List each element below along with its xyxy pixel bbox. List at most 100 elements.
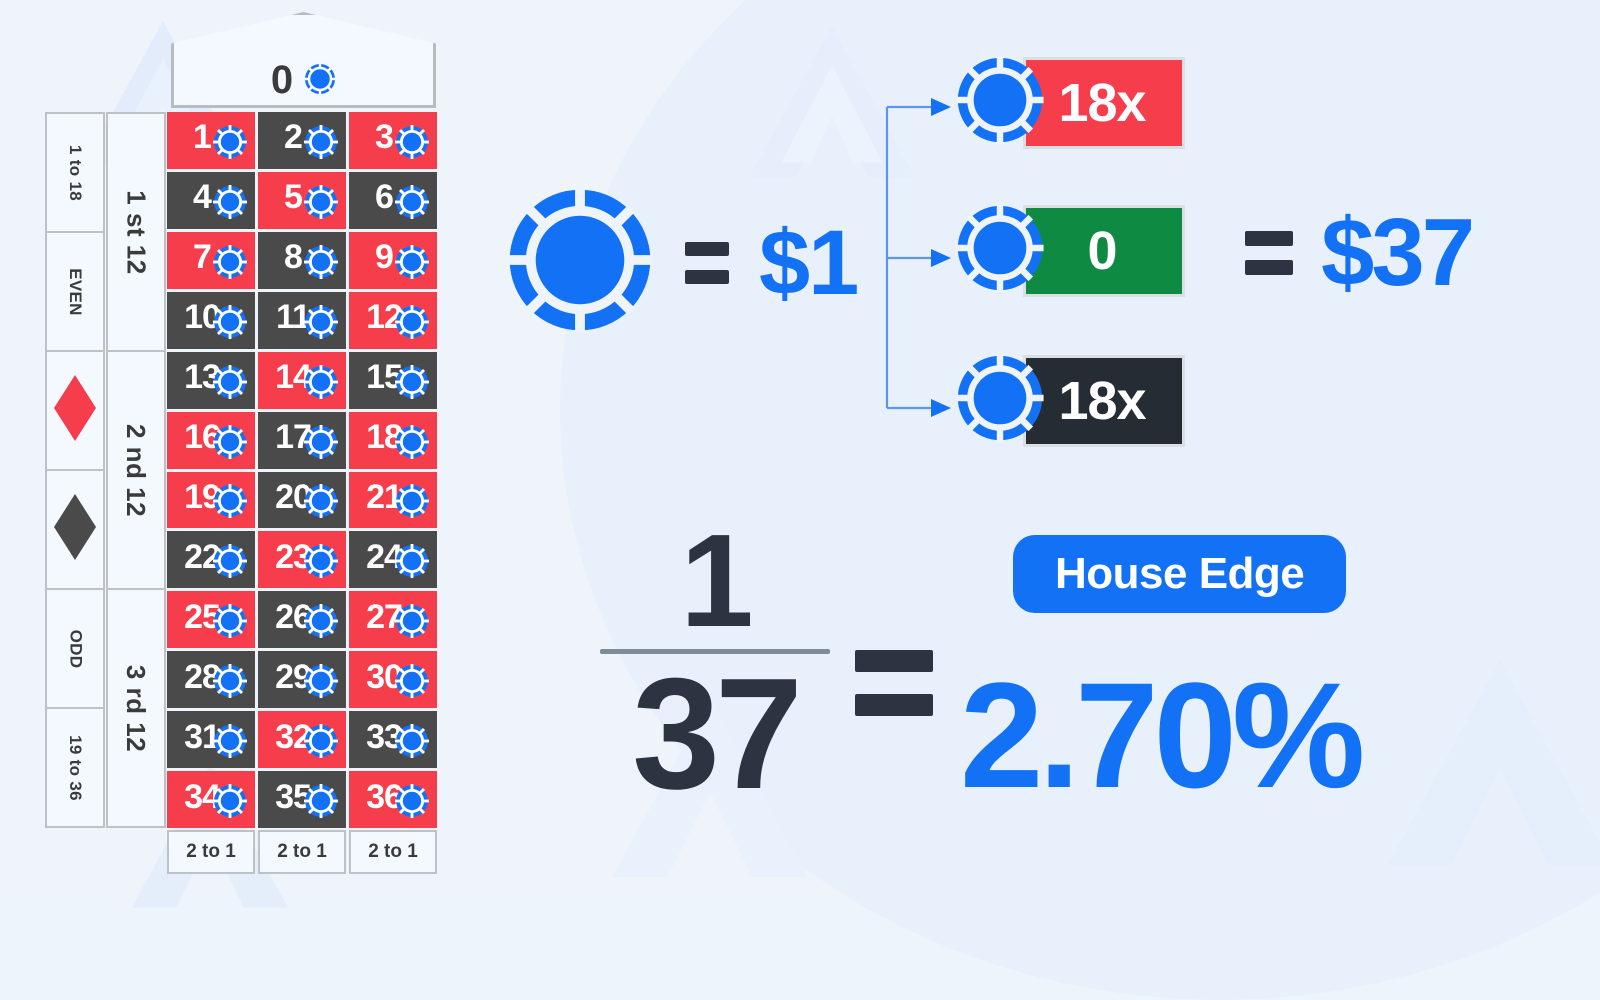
chip-icon xyxy=(304,424,338,464)
dozen-bet-label: 1 st 12 xyxy=(121,189,152,275)
number-cell[interactable]: 18 xyxy=(349,411,437,469)
number-grid: 1 2 3 4 5 6 7 8 9 10 11 12 13 14 15 16 1… xyxy=(167,112,437,828)
chip-icon xyxy=(213,544,247,583)
number-cell[interactable]: 17 xyxy=(258,411,346,469)
number-cell[interactable]: 28 xyxy=(167,651,255,709)
house-edge-percentage: 2.70% xyxy=(960,651,1365,819)
equals-icon xyxy=(685,241,729,284)
zero-pocket[interactable]: 0 xyxy=(171,12,436,108)
number-cell[interactable]: 29 xyxy=(258,651,346,709)
number-cell[interactable]: 9 xyxy=(349,231,437,289)
outside-bet-19to36[interactable]: 19 to 36 xyxy=(45,707,105,828)
dozen-bet-1st12[interactable]: 1 st 12 xyxy=(106,112,166,352)
red-diamond-icon xyxy=(53,374,97,447)
chip-icon xyxy=(304,184,338,224)
chip-icon xyxy=(213,244,247,284)
chip-icon xyxy=(213,124,247,164)
bracket-connector xyxy=(885,95,960,420)
outside-bet-label: ODD xyxy=(66,629,85,668)
column-bet-3[interactable]: 2 to 1 xyxy=(349,830,437,874)
number-cell[interactable]: 34 xyxy=(167,771,255,828)
number-cell[interactable]: 16 xyxy=(167,411,255,469)
total-amount: $37 xyxy=(1321,199,1475,306)
number-cell[interactable]: 35 xyxy=(258,771,346,828)
chip-icon xyxy=(304,724,338,763)
number-cell[interactable]: 26 xyxy=(258,591,346,649)
number-cell[interactable]: 24 xyxy=(349,531,437,589)
chip-icon xyxy=(395,244,429,284)
chip-icon xyxy=(304,664,338,703)
chip-icon xyxy=(395,424,429,464)
number-cell[interactable]: 14 xyxy=(258,351,346,409)
dozen-bet-3rd12[interactable]: 3 rd 12 xyxy=(106,588,166,828)
number-cell[interactable]: 25 xyxy=(167,591,255,649)
chip-icon xyxy=(213,364,247,404)
number-cell[interactable]: 8 xyxy=(258,231,346,289)
chip-icon xyxy=(304,63,336,100)
equals-icon xyxy=(1245,231,1293,275)
number-cell[interactable]: 2 xyxy=(258,112,346,169)
number-cell[interactable]: 31 xyxy=(167,711,255,769)
outside-bet-black[interactable] xyxy=(45,469,105,590)
chip-icon xyxy=(304,304,338,344)
number-cell-label: 8 xyxy=(284,238,303,277)
column-bets-row: 2 to 1 2 to 1 2 to 1 xyxy=(167,830,437,874)
number-cell[interactable]: 1 xyxy=(167,112,255,169)
number-cell[interactable]: 19 xyxy=(167,471,255,529)
number-cell[interactable]: 11 xyxy=(258,291,346,349)
multiplier-row-red: 18x xyxy=(955,55,1207,150)
column-bet-2[interactable]: 2 to 1 xyxy=(258,830,346,874)
number-cell[interactable]: 4 xyxy=(167,171,255,229)
number-cell[interactable]: 5 xyxy=(258,171,346,229)
chip-icon xyxy=(213,604,247,643)
multiplier-row-green: 0 xyxy=(955,203,1207,298)
number-cell[interactable]: 30 xyxy=(349,651,437,709)
multiplier-row-black: 18x xyxy=(955,353,1207,448)
multiplier-list: 18x 0 18x xyxy=(955,55,1215,465)
number-cell-label: 6 xyxy=(375,178,394,217)
outside-bet-odd[interactable]: ODD xyxy=(45,588,105,709)
chip-icon xyxy=(213,724,247,763)
total-equation: $37 xyxy=(1245,199,1475,306)
column-bet-1[interactable]: 2 to 1 xyxy=(167,830,255,874)
dozen-bet-2nd12[interactable]: 2 nd 12 xyxy=(106,350,166,590)
watermark-logo-bottomright xyxy=(1370,650,1600,880)
number-cell[interactable]: 20 xyxy=(258,471,346,529)
outside-bet-even[interactable]: EVEN xyxy=(45,231,105,352)
number-cell[interactable]: 7 xyxy=(167,231,255,289)
number-cell[interactable]: 10 xyxy=(167,291,255,349)
outside-bet-1to18[interactable]: 1 to 18 xyxy=(45,112,105,233)
chip-icon xyxy=(395,664,429,703)
number-cell[interactable]: 15 xyxy=(349,351,437,409)
number-cell[interactable]: 3 xyxy=(349,112,437,169)
number-cell[interactable]: 12 xyxy=(349,291,437,349)
number-cell-label: 3 xyxy=(375,118,394,157)
number-cell[interactable]: 33 xyxy=(349,711,437,769)
chip-icon xyxy=(395,184,429,224)
number-cell-label: 7 xyxy=(193,238,212,277)
chip-icon xyxy=(955,353,1045,448)
outside-bet-red[interactable] xyxy=(45,350,105,471)
chip-icon xyxy=(395,364,429,404)
chip-icon xyxy=(213,484,247,523)
number-cell[interactable]: 21 xyxy=(349,471,437,529)
number-cell[interactable]: 27 xyxy=(349,591,437,649)
number-cell[interactable]: 32 xyxy=(258,711,346,769)
dozen-bets-column: 1 st 12 2 nd 12 3 rd 12 xyxy=(106,112,166,828)
number-cell[interactable]: 22 xyxy=(167,531,255,589)
number-cell-label: 4 xyxy=(193,178,212,217)
chip-value-amount: $1 xyxy=(759,211,859,314)
chip-icon xyxy=(304,604,338,643)
chip-icon xyxy=(304,544,338,583)
chip-icon xyxy=(304,484,338,523)
number-cell[interactable]: 36 xyxy=(349,771,437,828)
chip-icon xyxy=(213,664,247,703)
number-cell[interactable]: 13 xyxy=(167,351,255,409)
outside-bets-column: 1 to 18 EVEN ODD 19 to 36 xyxy=(45,112,105,828)
multiplier-badge-black: 18x xyxy=(1023,354,1185,447)
roulette-table: 0 1 to 18 EVEN ODD 19 to 36 1 st 12 2 nd… xyxy=(40,8,450,874)
chip-icon xyxy=(304,124,338,164)
number-cell[interactable]: 23 xyxy=(258,531,346,589)
number-cell[interactable]: 6 xyxy=(349,171,437,229)
house-edge-badge: House Edge xyxy=(1013,535,1347,613)
